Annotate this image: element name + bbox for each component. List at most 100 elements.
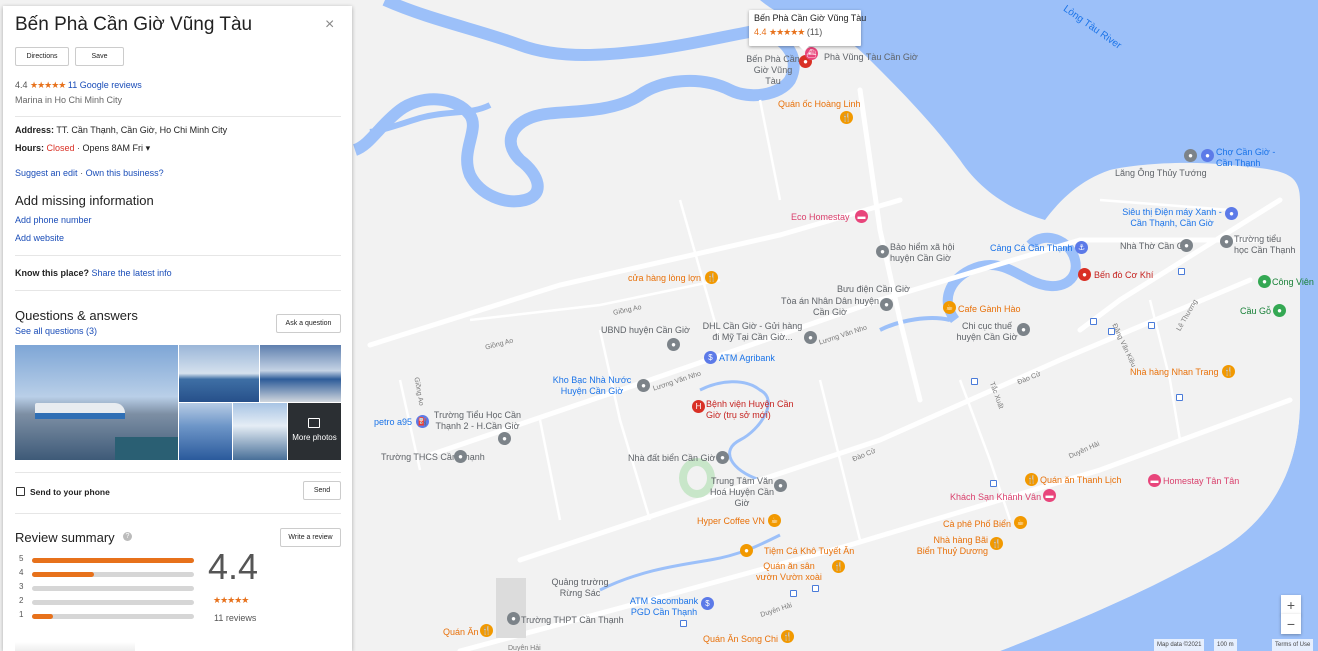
hotel-pin-icon[interactable]: ▬ xyxy=(1148,474,1161,487)
map-label-tiem-ca-kho[interactable]: Tiệm Cá Khô Tuyết Ân xyxy=(764,546,854,557)
photo-main[interactable] xyxy=(15,345,178,460)
place-pin-icon[interactable]: ● xyxy=(804,331,817,344)
restaurant-pin-icon[interactable]: 🍴 xyxy=(840,111,853,124)
photo-thumb-2[interactable] xyxy=(260,345,341,402)
bus-stop-icon[interactable] xyxy=(1178,268,1185,275)
place-pin-icon[interactable]: ● xyxy=(1180,239,1193,252)
restaurant-pin-icon[interactable]: 🍴 xyxy=(1025,473,1038,486)
map-label-cong-vien[interactable]: Công Viên xyxy=(1272,277,1314,288)
map-label-cua-hang[interactable]: cửa hàng lòng lợn xyxy=(628,273,701,284)
map-label-cho-can-gio[interactable]: Chợ Cần Giờ - Cần Thạnh xyxy=(1216,147,1276,169)
place-pin-icon[interactable]: ● xyxy=(667,338,680,351)
photo-thumb-1[interactable] xyxy=(179,345,259,402)
ferry-pin-icon[interactable]: ● xyxy=(1078,268,1091,281)
atm-pin-icon[interactable]: $ xyxy=(701,597,714,610)
place-pin-icon[interactable]: ● xyxy=(774,479,787,492)
add-phone-link[interactable]: Add phone number xyxy=(15,215,92,225)
map-label-truong-tieu-hoc-2[interactable]: Trường Tiểu Học Cần Thạnh 2 - H.Cần Giờ xyxy=(430,410,525,432)
map-label-quan-an-thanh-lich[interactable]: Quán ăn Thanh Lịch xyxy=(1040,475,1121,486)
map-label-petro[interactable]: petro a95 xyxy=(374,417,412,428)
hospital-pin-icon[interactable]: H xyxy=(692,400,705,413)
cafe-pin-icon[interactable]: ☕ xyxy=(943,301,956,314)
restaurant-pin-icon[interactable]: 🍴 xyxy=(480,624,493,637)
add-website-link[interactable]: Add website xyxy=(15,233,64,243)
map-label-kho-bac[interactable]: Kho Bạc Nhà Nước Huyện Cần Giờ xyxy=(548,375,636,397)
restaurant-pin-icon[interactable]: 🍴 xyxy=(781,630,794,643)
place-pin-icon[interactable]: ● xyxy=(1184,149,1197,162)
see-all-questions-link[interactable]: See all questions (3) xyxy=(15,326,97,336)
map-label-bao-hiem[interactable]: Bảo hiểm xã hội huyện Cần Giờ xyxy=(890,242,960,264)
more-photos-tile[interactable]: More photos xyxy=(288,403,341,460)
map-label-atm-sacombank[interactable]: ATM Sacombank PGD Cần Thạnh xyxy=(624,596,704,618)
save-button[interactable]: Save xyxy=(75,47,124,66)
map-label-ca-phe-pho-bien[interactable]: Cà phê Phố Biển xyxy=(943,519,1011,530)
map-label-quan-an-song-chi[interactable]: Quán Ăn Song Chi xyxy=(703,634,778,645)
bus-stop-icon[interactable] xyxy=(1176,394,1183,401)
map-label-truong-tieu-hoc[interactable]: Trường tiểu học Cần Thạnh xyxy=(1234,234,1296,256)
own-business-link[interactable]: Own this business? xyxy=(86,168,164,178)
restaurant-pin-icon[interactable]: 🍴 xyxy=(990,537,1003,550)
school-pin-icon[interactable]: ● xyxy=(1220,235,1233,248)
school-pin-icon[interactable]: ● xyxy=(507,612,520,625)
map-label-nha-hang-bai-bien[interactable]: Nhà hàng Bãi Biển Thuỷ Dương xyxy=(914,535,988,557)
shopping-pin-icon[interactable]: ● xyxy=(1225,207,1238,220)
map-label-hyper-coffee[interactable]: Hyper Coffee VN xyxy=(697,516,765,527)
shopping-pin-icon[interactable]: ● xyxy=(1201,149,1214,162)
map-label-quan-an[interactable]: Quán Ăn xyxy=(443,627,479,638)
send-button[interactable]: Send xyxy=(303,481,341,500)
map-label-eco-homestay[interactable]: Eco Homestay xyxy=(791,212,850,223)
cafe-pin-icon[interactable]: ☕ xyxy=(768,514,781,527)
bus-stop-icon[interactable] xyxy=(812,585,819,592)
map-label-sieu-thi[interactable]: Siêu thị Điện máy Xanh - Cần Thạnh, Cần … xyxy=(1122,207,1222,229)
restaurant-pin-icon[interactable]: 🍴 xyxy=(1222,365,1235,378)
map-label-truong-thcs[interactable]: Trường THCS Cần Thạnh xyxy=(381,452,485,463)
directions-button[interactable]: Directions xyxy=(15,47,69,66)
reviews-link[interactable]: 11 Google reviews xyxy=(68,80,142,90)
place-pin-icon[interactable]: ● xyxy=(1017,323,1030,336)
photo-thumb-3[interactable] xyxy=(179,403,232,460)
ask-question-button[interactable]: Ask a question xyxy=(276,314,341,333)
map-label-homestay-tan-tan[interactable]: Homestay Tân Tân xyxy=(1163,476,1239,487)
map-label-cang-ca[interactable]: Cảng Cá Cần Thạnh xyxy=(990,243,1072,254)
map-label-dhl[interactable]: DHL Cần Giờ - Gửi hàng đi Mỹ Tại Cần Giờ… xyxy=(700,321,805,343)
map-label-lang-ong[interactable]: Lăng Ông Thủy Tướng xyxy=(1115,168,1207,179)
close-icon[interactable]: × xyxy=(325,16,334,34)
park-pin-icon[interactable]: ● xyxy=(1273,304,1286,317)
bus-stop-icon[interactable] xyxy=(990,480,997,487)
map-label-quang-truong[interactable]: Quảng trường Rừng Sác xyxy=(548,577,612,599)
chevron-down-icon[interactable]: ▾ xyxy=(146,143,151,153)
map-label-toa-an[interactable]: Tòa án Nhân Dân huyện Cần Giờ xyxy=(780,296,880,318)
bus-stop-icon[interactable] xyxy=(790,590,797,597)
atm-pin-icon[interactable]: $ xyxy=(704,351,717,364)
bus-stop-icon[interactable] xyxy=(1090,318,1097,325)
shop-pin-icon[interactable]: ● xyxy=(740,544,753,557)
gas-pin-icon[interactable]: ⛽ xyxy=(416,415,429,428)
map-label-cafe-ganh-hao[interactable]: Cafe Gành Hào xyxy=(958,304,1021,315)
map-label-quan-an-san-vuon[interactable]: Quán ăn sân vườn Vườn xoài xyxy=(752,561,826,583)
map-label-ben-do[interactable]: Bến đò Cơ Khí xyxy=(1094,270,1153,281)
bus-stop-icon[interactable] xyxy=(1148,322,1155,329)
restaurant-pin-icon[interactable]: 🍴 xyxy=(705,271,718,284)
zoom-out-button[interactable]: − xyxy=(1281,614,1301,634)
school-pin-icon[interactable]: ● xyxy=(454,450,467,463)
place-pin-icon[interactable]: ● xyxy=(876,245,889,258)
place-pin-icon[interactable]: ● xyxy=(880,298,893,311)
school-pin-icon[interactable]: ● xyxy=(498,432,511,445)
zoom-in-button[interactable]: + xyxy=(1281,595,1301,615)
bus-stop-icon[interactable] xyxy=(971,378,978,385)
map-label-atm-agribank[interactable]: ATM Agribank xyxy=(719,353,775,364)
map-label-pha-vung-tau[interactable]: Phà Vũng Tàu Cần Giờ xyxy=(824,52,918,63)
map-label-truong-thpt[interactable]: Trường THPT Cần Thạnh xyxy=(521,615,624,626)
hotel-pin-icon[interactable]: ▬ xyxy=(855,210,868,223)
help-icon[interactable]: ? xyxy=(123,532,132,541)
cafe-pin-icon[interactable]: ☕ xyxy=(1014,516,1027,529)
map-label-quan-oc[interactable]: Quán ốc Hoàng Linh xyxy=(778,99,861,110)
park-pin-icon[interactable]: ● xyxy=(1258,275,1271,288)
map-label-chi-cuc-thue[interactable]: Chi cục thuế huyện Cần Giờ xyxy=(952,321,1022,343)
hotel-pin-icon[interactable]: ▬ xyxy=(1043,489,1056,502)
share-info-link[interactable]: Share the latest info xyxy=(92,268,172,278)
map-label-trung-tam[interactable]: Trung Tâm Văn Hoá Huyện Cần Giờ xyxy=(704,476,780,509)
write-review-button[interactable]: Write a review xyxy=(280,528,341,547)
map-label-khach-san[interactable]: Khách Sạn Khánh Vân xyxy=(950,492,1041,503)
hours-row[interactable]: Hours: Closed · Opens 8AM Fri ▾ xyxy=(15,143,150,154)
